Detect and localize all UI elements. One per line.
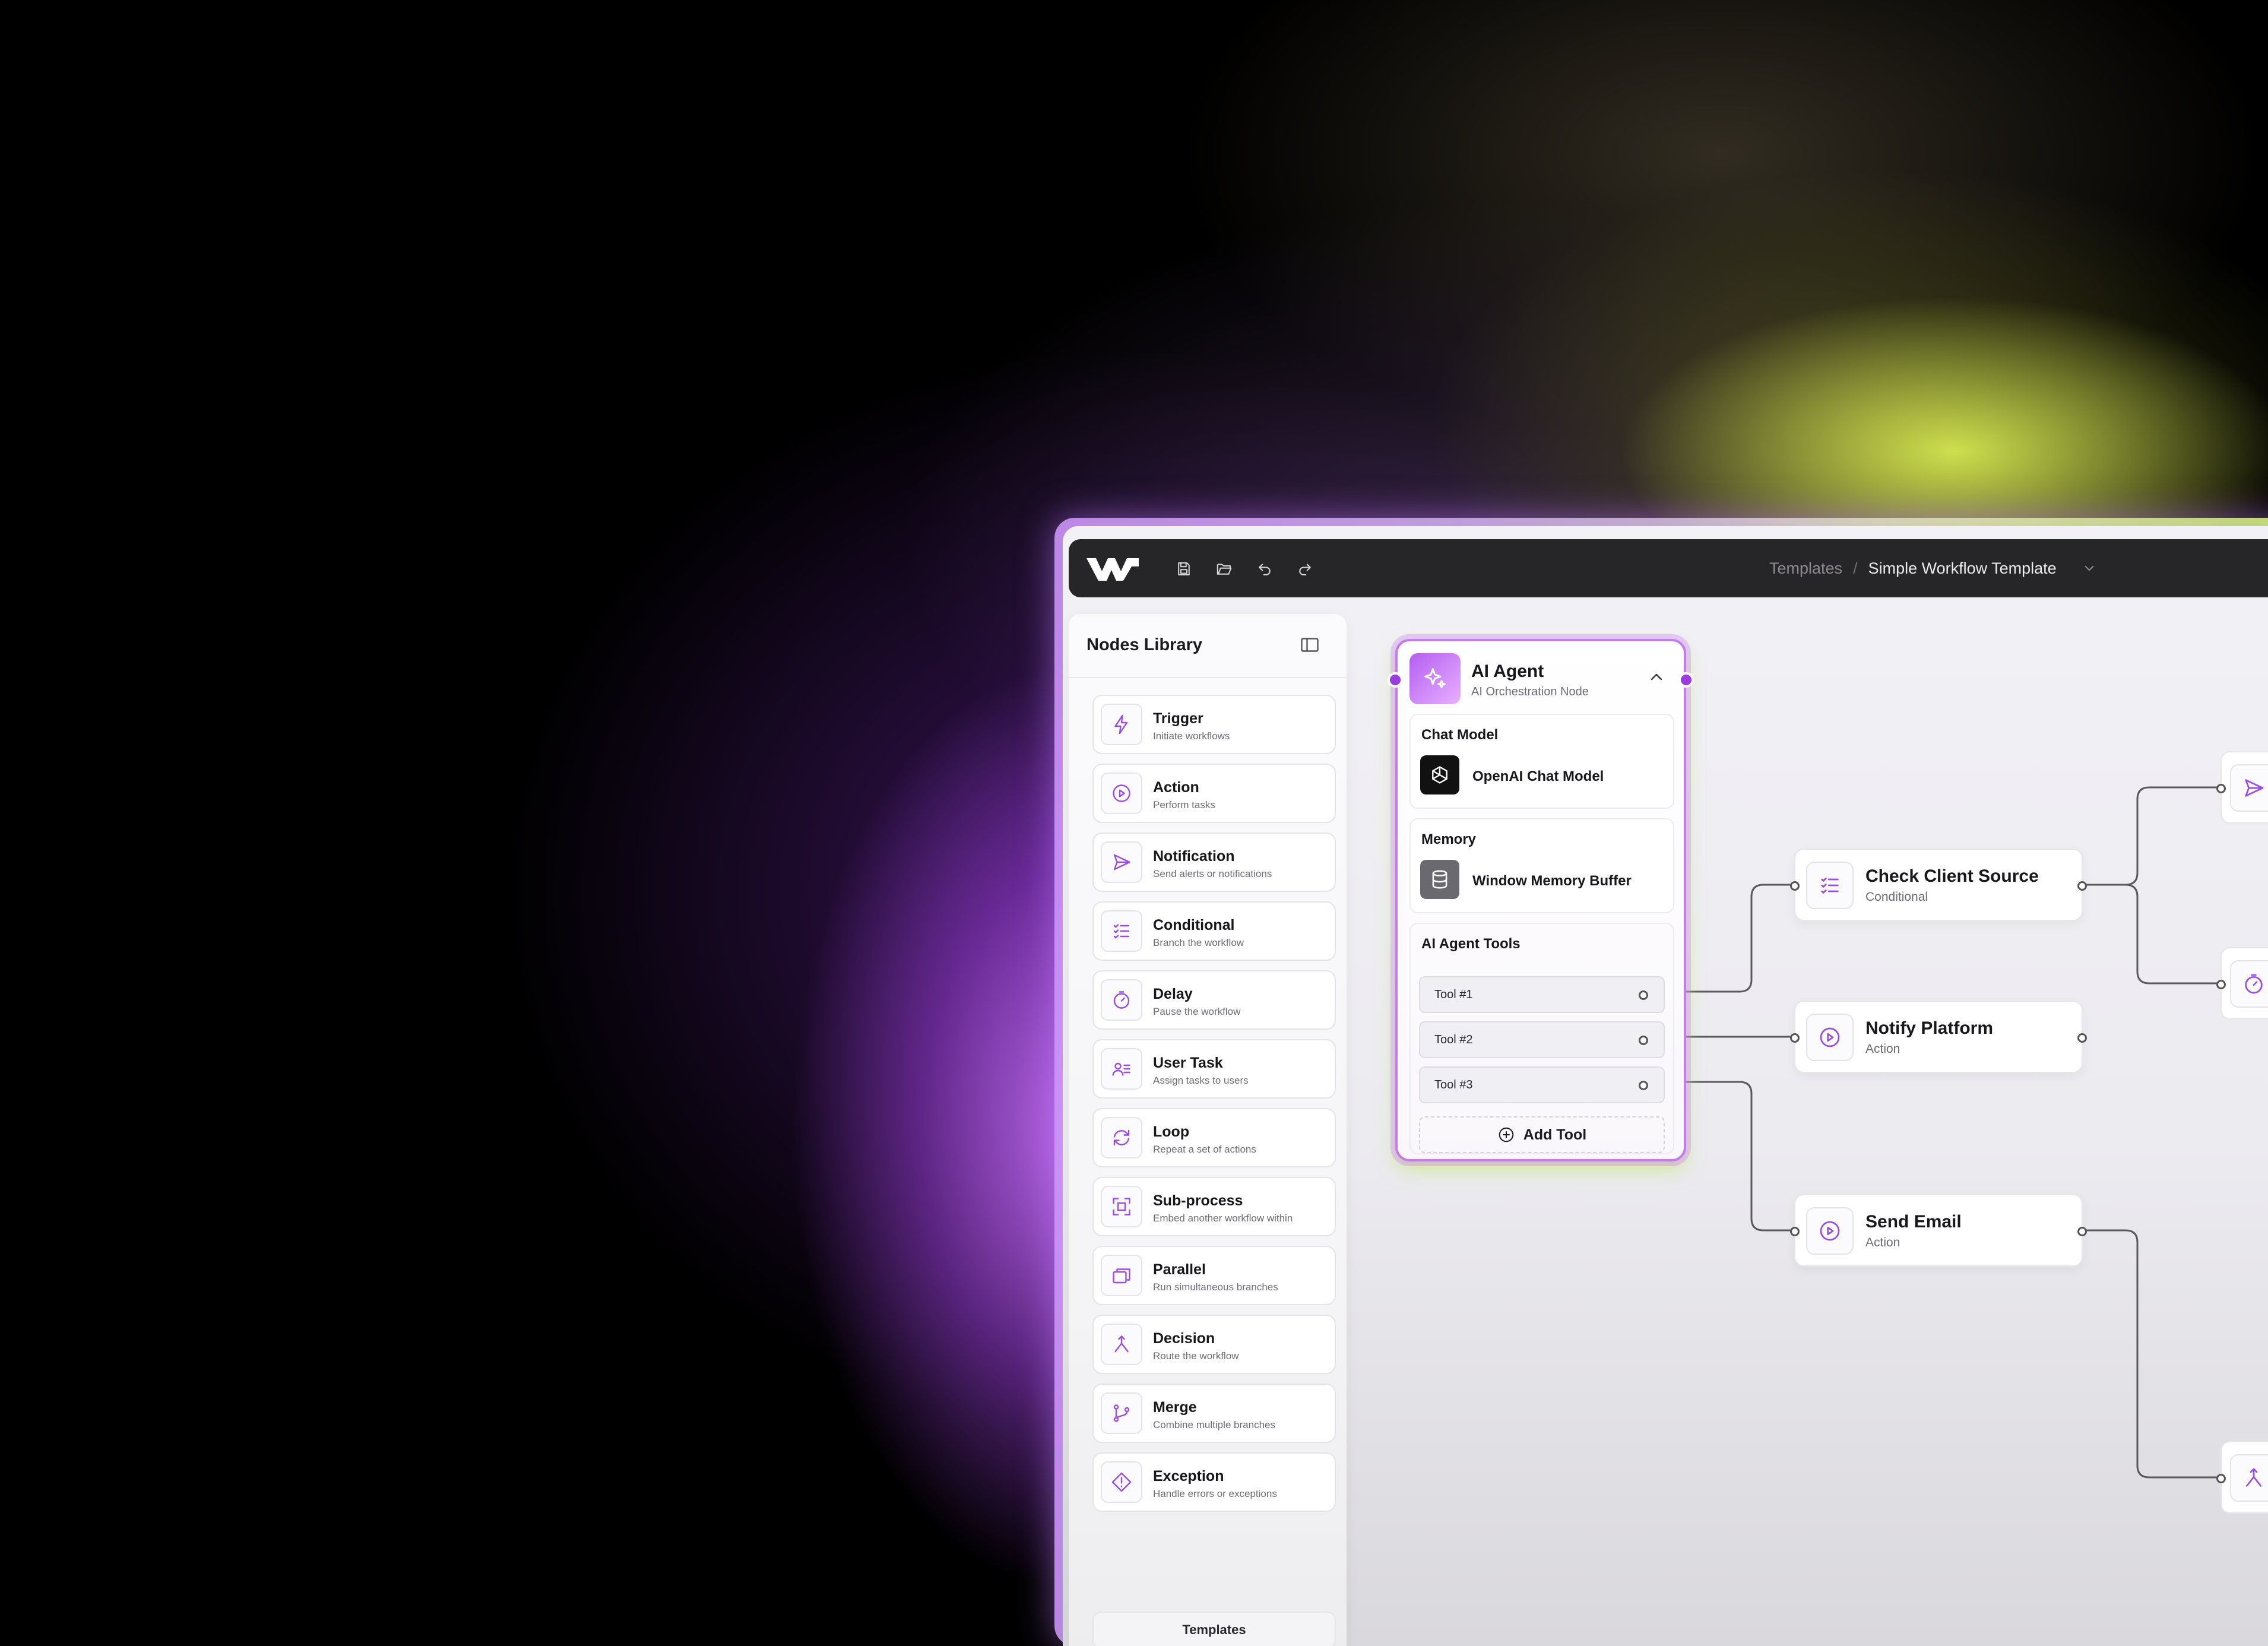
input-port[interactable]	[2216, 1474, 2226, 1483]
node-title: Send Email	[1865, 1212, 1962, 1232]
input-port[interactable]	[2216, 980, 2226, 989]
output-port[interactable]	[2077, 1033, 2087, 1043]
node-title: AI Agent	[1471, 661, 1544, 681]
sparkle-icon	[1409, 653, 1461, 704]
add-tool-label: Add Tool	[1523, 1126, 1587, 1143]
timer-icon	[2230, 960, 2268, 1008]
flow-node-notification-partial[interactable]	[2216, 751, 2268, 824]
node-title: Check Client Source	[1865, 866, 2039, 886]
flow-node-notify-platform[interactable]: Notify Platform Action	[1790, 1001, 2087, 1073]
tool-output-port[interactable]	[1639, 990, 1648, 1000]
chevron-up-icon[interactable]	[1647, 667, 1666, 686]
input-port[interactable]	[1790, 881, 1800, 891]
section-title: Memory	[1421, 831, 1477, 847]
input-port[interactable]	[1790, 1033, 1800, 1043]
node-subtitle: Action	[1865, 1042, 1900, 1056]
play-circle-icon	[1806, 1014, 1854, 1061]
split-icon	[2230, 1454, 2268, 1502]
output-port[interactable]	[2077, 881, 2087, 891]
node-subtitle: AI Orchestration Node	[1471, 685, 1589, 698]
chat-model-value: OpenAI Chat Model	[1472, 768, 1604, 784]
flow-node-send-email[interactable]: Send Email Action	[1790, 1194, 2087, 1267]
tool-output-port[interactable]	[1639, 1081, 1648, 1090]
flow-node-delay-partial[interactable]	[2216, 947, 2268, 1020]
tool-row[interactable]: Tool #3	[1419, 1066, 1665, 1103]
section-title: AI Agent Tools	[1421, 936, 1521, 952]
tool-label: Tool #1	[1434, 988, 1473, 1001]
memory-section[interactable]: Memory Window Memory Buffer	[1409, 818, 1674, 913]
section-title: Chat Model	[1421, 727, 1499, 743]
node-title: Notify Platform	[1865, 1018, 1994, 1038]
node-subtitle: Conditional	[1865, 890, 1928, 904]
node-subtitle: Action	[1865, 1236, 1900, 1249]
play-circle-icon	[1806, 1207, 1854, 1255]
output-port[interactable]	[1678, 672, 1694, 688]
add-tool-button[interactable]: Add Tool	[1419, 1116, 1665, 1153]
flow-node-check-client-source[interactable]: Check Client Source Conditional	[1790, 849, 2087, 921]
input-port[interactable]	[1388, 672, 1403, 688]
tool-label: Tool #2	[1434, 1033, 1473, 1046]
output-port[interactable]	[2077, 1227, 2087, 1236]
tool-label: Tool #3	[1434, 1078, 1473, 1091]
plus-circle-icon	[1499, 1127, 1514, 1142]
app-window-body: Templates / Simple Workflow Template Nod…	[1063, 526, 2268, 1646]
checklist-icon	[1806, 862, 1854, 909]
memory-value: Window Memory Buffer	[1472, 873, 1632, 889]
app-window: Templates / Simple Workflow Template Nod…	[1054, 518, 2268, 1646]
tool-output-port[interactable]	[1639, 1036, 1648, 1045]
flow-node-decision-partial[interactable]	[2216, 1441, 2268, 1514]
ai-agent-node[interactable]: AI Agent AI Orchestration Node Chat Mode…	[1388, 639, 1694, 1161]
tool-row[interactable]: Tool #1	[1419, 976, 1665, 1013]
input-port[interactable]	[1790, 1227, 1800, 1236]
openai-logo-icon	[1420, 755, 1459, 794]
database-icon	[1420, 860, 1459, 899]
send-icon	[2230, 764, 2268, 812]
tool-row[interactable]: Tool #2	[1419, 1021, 1665, 1058]
chat-model-section[interactable]: Chat Model OpenAI Chat Model	[1409, 714, 1674, 809]
input-port[interactable]	[2216, 784, 2226, 793]
